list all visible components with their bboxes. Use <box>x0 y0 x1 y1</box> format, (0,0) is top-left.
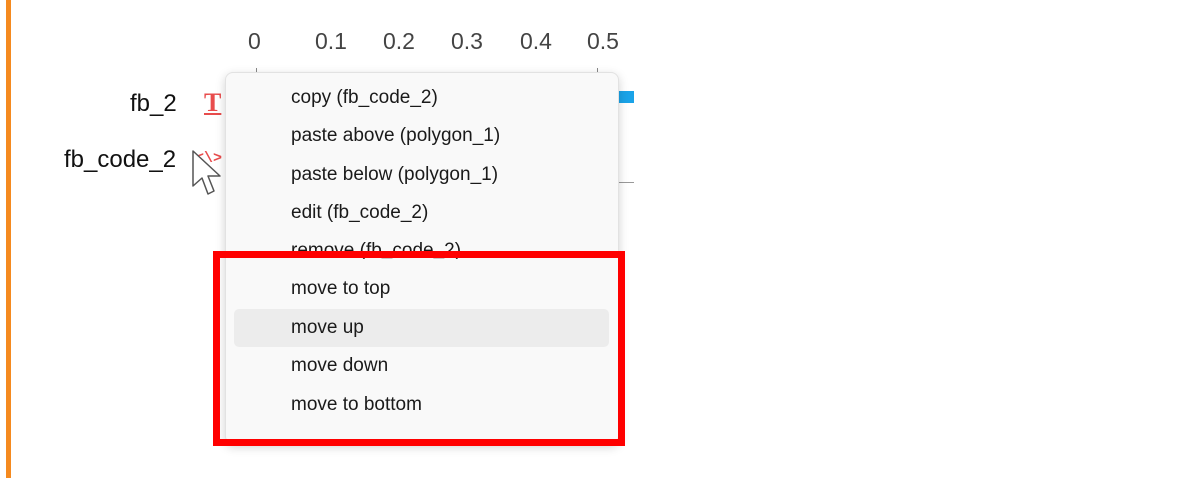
orange-accent-bar <box>6 0 11 478</box>
ruler-tick-label: 0 <box>248 28 261 54</box>
ruler-tick-label: 0.1 <box>315 28 347 54</box>
row-label-fb-2[interactable]: fb_2 <box>130 90 177 118</box>
highlight-box <box>213 251 625 446</box>
text-icon: T <box>204 88 222 117</box>
menu-clip: remove (fb_code_2) <box>226 73 618 259</box>
row-label-fb-code-2[interactable]: fb_code_2 <box>64 146 176 174</box>
time-ruler: 0 0.1 0.2 0.3 0.4 0.5 <box>240 20 640 80</box>
ruler-tick-label: 0.2 <box>383 28 415 54</box>
mouse-cursor-icon <box>192 150 221 195</box>
ruler-tick-label: 0.3 <box>451 28 483 54</box>
ruler-tick-label: 0.4 <box>520 28 552 54</box>
timeline-segment[interactable] <box>617 91 634 103</box>
ruler-tick-label: 0.5 <box>587 28 619 54</box>
